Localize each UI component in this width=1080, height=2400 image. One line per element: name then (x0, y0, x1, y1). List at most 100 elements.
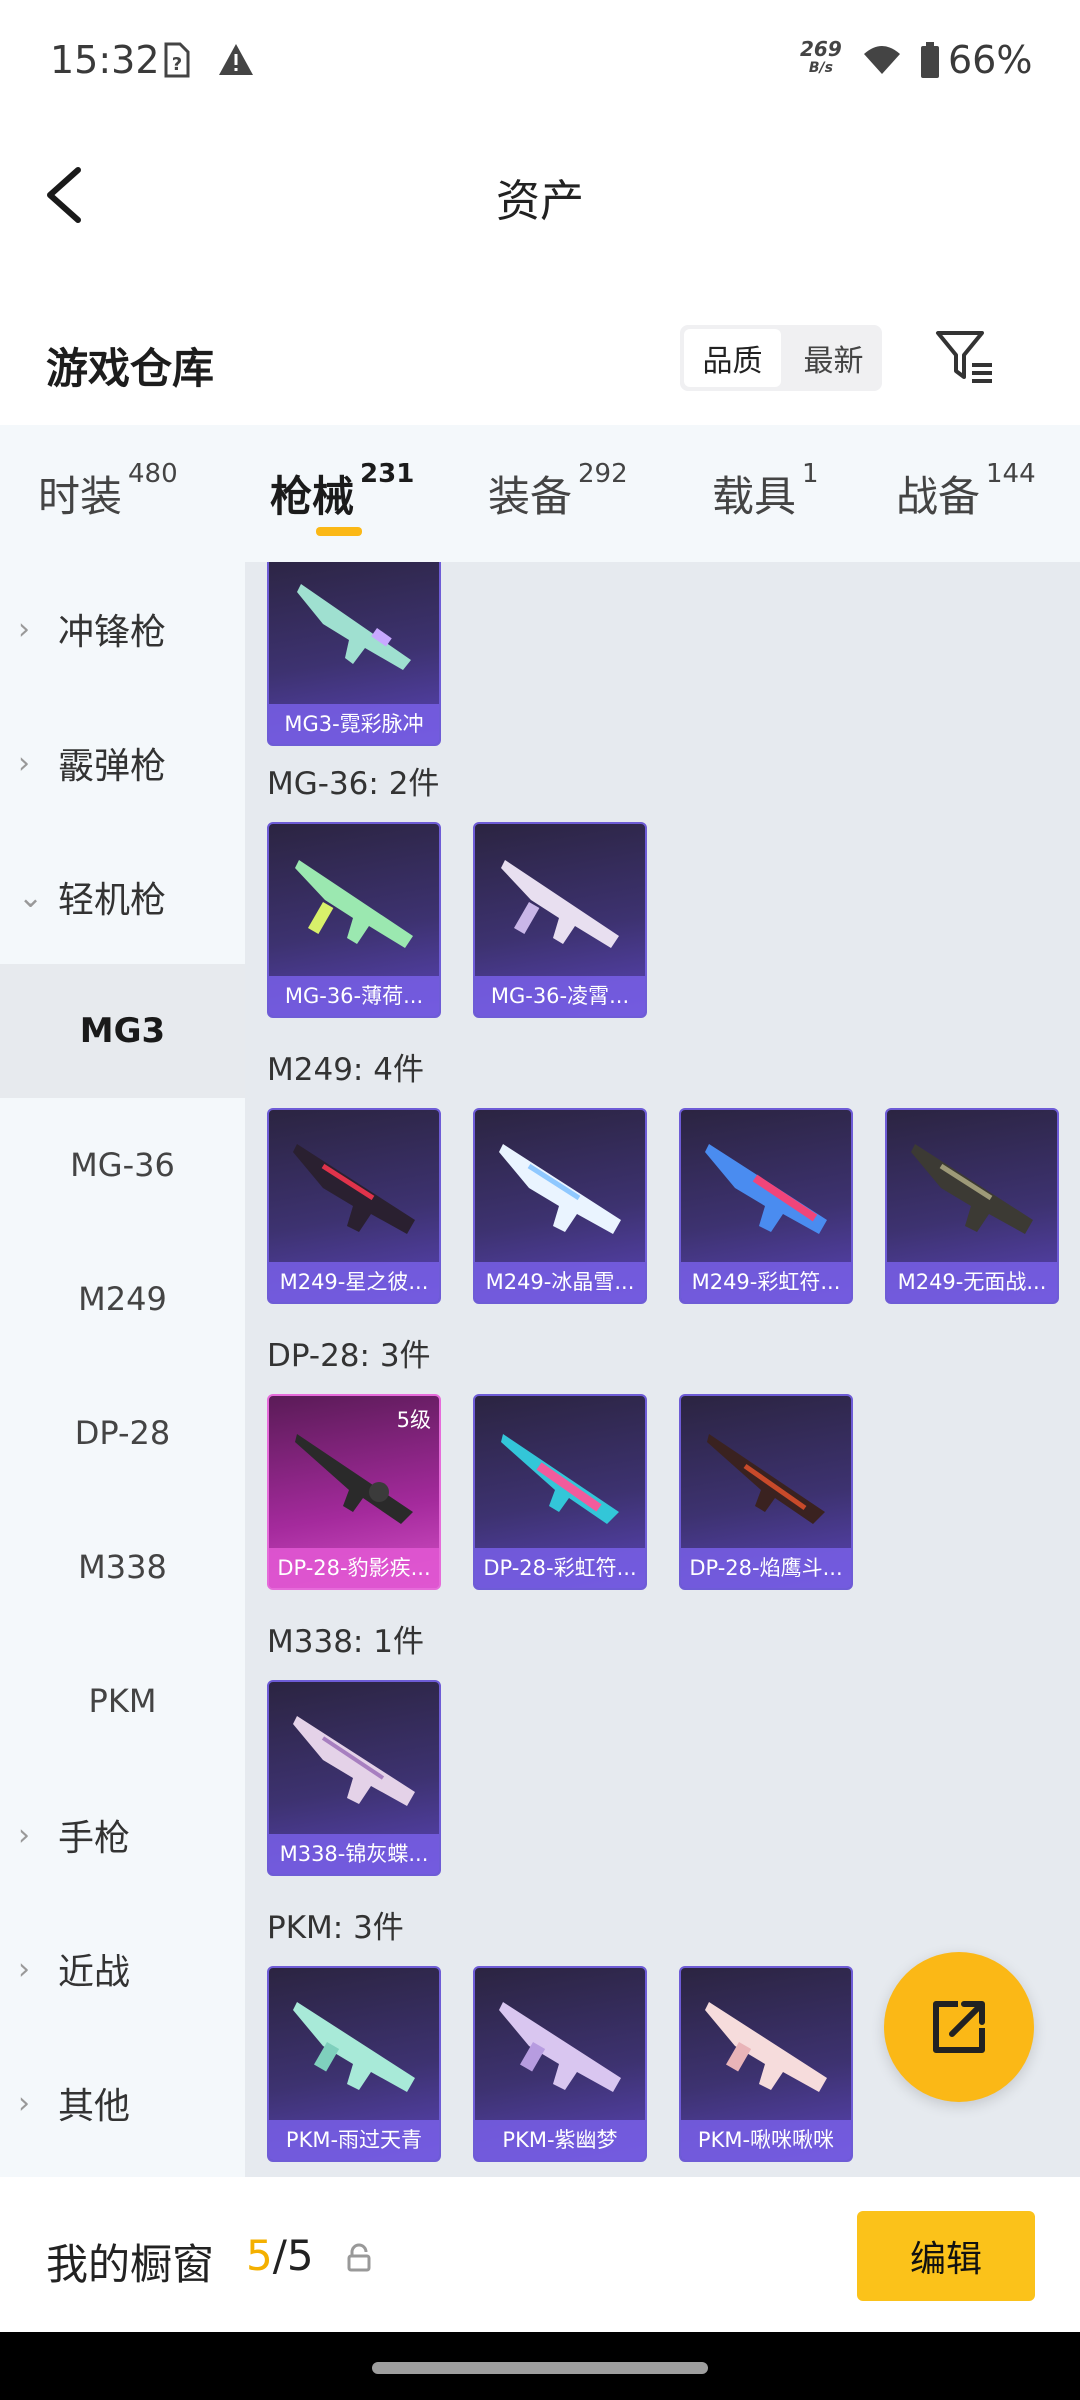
status-bar: 15:32 ? 269 B/s 66% (0, 0, 1080, 120)
item-card[interactable]: MG3-霓彩脉冲 (267, 562, 441, 746)
chevron-right-icon: › (18, 2085, 30, 2121)
tab-vehicles[interactable]: 载具 1 (712, 459, 819, 524)
item-label: M249-冰晶雪... (475, 1262, 645, 1302)
chevron-down-icon: ⌄ (18, 879, 44, 915)
item-label: M249-星之彼... (269, 1262, 439, 1302)
category-label: 轻机枪 (58, 880, 167, 921)
weapon-skin-image (705, 1144, 827, 1234)
sidebar-category-pistol[interactable]: › 手枪 (0, 1768, 245, 1902)
chevron-right-icon: › (18, 1951, 30, 1987)
group-title: PKM: 3件 (267, 1910, 404, 1946)
group-title: M338: 1件 (267, 1624, 424, 1660)
home-gesture-handle[interactable] (372, 2362, 708, 2374)
item-label: MG-36-凌霄... (475, 976, 645, 1016)
item-card[interactable]: PKM-雨过天青 (267, 1966, 441, 2162)
item-card[interactable]: MG-36-凌霄... (473, 822, 647, 1018)
category-label: 近战 (58, 1952, 131, 1993)
item-card[interactable]: M338-锦灰蝶... (267, 1680, 441, 1876)
showcase-count: 5/5 (246, 2231, 314, 2280)
item-card[interactable]: MG-36-薄荷... (267, 822, 441, 1018)
filter-icon[interactable] (932, 325, 996, 389)
battery-level: 66% (948, 38, 1033, 82)
tab-label: 枪械 (270, 472, 355, 521)
tab-count: 1 (802, 459, 819, 489)
svg-text:?: ? (172, 54, 182, 75)
tab-label: 载具 (712, 472, 797, 521)
sidebar-item-mg3[interactable]: MG3 (0, 964, 245, 1098)
net-speed-unit: B/s (808, 60, 833, 76)
item-label: M249-彩虹符... (681, 1262, 851, 1302)
active-tab-indicator (316, 527, 362, 536)
warning-icon (219, 44, 253, 75)
weapon-skin-image (911, 1144, 1033, 1234)
tab-count: 144 (986, 459, 1036, 489)
item-card[interactable]: PKM-啾咪啾咪 (679, 1966, 853, 2162)
weapon-skin-image (501, 1434, 619, 1524)
chevron-right-icon: › (18, 1817, 30, 1853)
lock-icon[interactable] (344, 2243, 374, 2273)
item-label: DP-28-豹影疾... (269, 1548, 439, 1588)
sidebar-category-lmg[interactable]: ⌄ 轻机枪 (0, 830, 245, 964)
item-label: MG-36-薄荷... (269, 976, 439, 1016)
item-label: DP-28-彩虹符... (475, 1548, 645, 1588)
item-card[interactable]: M249-冰晶雪... (473, 1108, 647, 1304)
tab-label: 装备 (488, 472, 573, 521)
item-card[interactable]: 5级 DP-28-豹影疾... (267, 1394, 441, 1590)
share-button[interactable] (884, 1952, 1034, 2102)
sort-newest-button[interactable]: 最新 (785, 325, 882, 391)
sidebar-category-other[interactable]: › 其他 (0, 2036, 245, 2170)
sidebar-item-dp28[interactable]: DP-28 (0, 1366, 245, 1500)
section-title: 游戏仓库 (46, 344, 215, 393)
sidebar-category-melee[interactable]: › 近战 (0, 1902, 245, 2036)
tab-label: 时装 (38, 472, 123, 521)
sidebar-category-smg[interactable]: › 冲锋枪 (0, 562, 245, 696)
edit-button[interactable]: 编辑 (857, 2211, 1035, 2301)
chevron-right-icon: › (18, 611, 30, 647)
weapon-skin-image (293, 2002, 415, 2092)
sidebar: › 冲锋枪 › 霰弹枪 ⌄ 轻机枪 MG3 MG-36 M249 DP-28 M338… (0, 562, 245, 2177)
weapon-skin-image (499, 2002, 621, 2092)
weapon-skin-image (501, 860, 619, 948)
weapon-skin-image (293, 1144, 415, 1234)
sidebar-item-mg36[interactable]: MG-36 (0, 1098, 245, 1232)
group-title: DP-28: 3件 (267, 1338, 431, 1374)
showcase-bar: 我的橱窗 5/5 编辑 (0, 2177, 1080, 2332)
showcase-total: /5 (272, 2231, 314, 2280)
weapon-skin-image (707, 1434, 825, 1524)
sort-quality-button[interactable]: 品质 (684, 329, 781, 387)
item-card[interactable]: M249-无面战... (885, 1108, 1059, 1304)
item-label: DP-28-焰鹰斗... (681, 1548, 851, 1588)
sidebar-category-shotgun[interactable]: › 霰弹枪 (0, 696, 245, 830)
weapon-skin-image (297, 584, 411, 670)
net-speed: 269 B/s (800, 39, 842, 78)
category-label: 手枪 (58, 1818, 131, 1859)
external-link-icon (933, 2001, 985, 2053)
category-label: 其他 (58, 2086, 131, 2127)
item-card[interactable]: M249-星之彼... (267, 1108, 441, 1304)
item-card[interactable]: PKM-紫幽梦 (473, 1966, 647, 2162)
tab-count: 231 (360, 459, 415, 489)
tab-fashion[interactable]: 时装 480 (38, 459, 178, 524)
item-card[interactable]: M249-彩虹符... (679, 1108, 853, 1304)
item-label: M249-无面战... (887, 1262, 1057, 1302)
item-label: PKM-啾咪啾咪 (681, 2120, 851, 2160)
tab-equipment[interactable]: 装备 292 (488, 459, 628, 524)
tab-firearms[interactable]: 枪械 231 (270, 459, 414, 524)
category-label: 冲锋枪 (58, 612, 167, 653)
chevron-right-icon: › (18, 745, 30, 781)
item-label: PKM-雨过天青 (269, 2120, 439, 2160)
sidebar-item-pkm[interactable]: PKM (0, 1634, 245, 1768)
item-grid: MG3-霓彩脉冲 MG-36: 2件 MG-36-薄荷... MG-36-凌霄.… (245, 562, 1080, 2177)
sidebar-item-m249[interactable]: M249 (0, 1232, 245, 1366)
item-card[interactable]: DP-28-焰鹰斗... (679, 1394, 853, 1590)
category-label: 霰弹枪 (58, 746, 167, 787)
tab-count: 292 (578, 459, 628, 489)
page-title: 资产 (496, 176, 584, 227)
group-title: MG-36: 2件 (267, 766, 440, 802)
tab-label: 战备 (896, 472, 981, 521)
item-card[interactable]: DP-28-彩虹符... (473, 1394, 647, 1590)
tab-count: 480 (128, 459, 178, 489)
showcase-current: 5 (246, 2231, 273, 2280)
sidebar-item-m338[interactable]: M338 (0, 1500, 245, 1634)
tab-gear[interactable]: 战备 144 (896, 459, 1036, 524)
